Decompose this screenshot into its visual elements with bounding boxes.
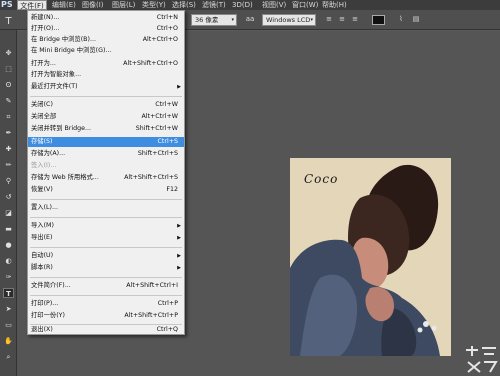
menu-separator	[30, 247, 182, 248]
menu-item-scripts[interactable]: 脚本(R) ▶	[28, 263, 184, 273]
eraser-tool-icon[interactable]: ◪	[3, 208, 14, 218]
rectangle-tool-icon[interactable]: ▭	[3, 320, 14, 330]
menu-item-open[interactable]: 打开(O)... Ctrl+O	[28, 24, 184, 34]
menu-item-close-all[interactable]: 关闭全部 Alt+Ctrl+W	[28, 112, 184, 122]
pen-tool-icon[interactable]: ✑	[3, 272, 14, 282]
antialias-select[interactable]: Windows LCD ▾	[262, 14, 316, 26]
menu-filter[interactable]: 滤镜(T)	[202, 0, 226, 10]
type-tool-icon[interactable]: T	[3, 288, 14, 298]
menu-item-automate[interactable]: 自动(U) ▶	[28, 251, 184, 261]
menu-item-save-as[interactable]: 存储为(A)... Shift+Ctrl+S	[28, 149, 184, 159]
character-panel-icon[interactable]: ▤	[411, 15, 421, 24]
menu-item-revert[interactable]: 恢复(V) F12	[28, 185, 184, 195]
menu-item-print[interactable]: 打印(P)... Ctrl+P	[28, 299, 184, 309]
eyedropper-tool-icon[interactable]: ✒	[3, 128, 14, 138]
antialias-value: Windows LCD	[266, 16, 311, 24]
marquee-tool-icon[interactable]: ⬚	[3, 64, 14, 74]
menu-3d[interactable]: 3D(D)	[232, 0, 253, 10]
chevron-right-icon: ▶	[177, 84, 181, 90]
history-brush-tool-icon[interactable]: ↺	[3, 192, 14, 202]
text-color-swatch[interactable]	[372, 15, 385, 25]
menu-separator	[30, 96, 182, 97]
menu-item-browse-mini-bridge[interactable]: 在 Mini Bridge 中浏览(G)...	[28, 46, 184, 56]
menu-help[interactable]: 帮助(H)	[322, 0, 347, 10]
menu-item-print-one-copy[interactable]: 打印一份(Y) Alt+Shift+Ctrl+P	[28, 311, 184, 321]
toolbox: T ✥ ⬚ ʘ ✎ ⌗ ✒ ✚ ✏ ⚲ ↺ ◪ ▬ ● ◐ ✑ T ➤ ▭ ✋ …	[0, 17, 17, 376]
warp-text-icon[interactable]: ⌇	[396, 15, 406, 24]
menu-select[interactable]: 选择(S)	[172, 0, 196, 10]
menu-item-import[interactable]: 导入(M) ▶	[28, 221, 184, 231]
canvas-text[interactable]: Coco	[304, 172, 338, 186]
menu-window[interactable]: 窗口(W)	[292, 0, 318, 10]
menu-layer[interactable]: 图层(L)	[112, 0, 135, 10]
chevron-right-icon: ▶	[177, 253, 181, 259]
chevron-right-icon: ▶	[177, 223, 181, 229]
blur-tool-icon[interactable]: ●	[3, 240, 14, 250]
menu-bar: PS 文件(F) 编辑(E) 图像(I) 图层(L) 类型(Y) 选择(S) 滤…	[0, 0, 500, 10]
menu-item-recent-files[interactable]: 最近打开文件(T) ▶	[28, 82, 184, 92]
menu-separator	[30, 277, 182, 278]
menu-item-check-in: 签入(I)...	[31, 162, 57, 169]
chevron-down-icon: ▾	[310, 17, 313, 23]
menu-separator	[30, 295, 182, 296]
menu-view[interactable]: 视图(V)	[262, 0, 286, 10]
menu-separator	[30, 199, 182, 200]
menu-item-new[interactable]: 新建(N)... Ctrl+N	[28, 13, 184, 23]
menu-file[interactable]: 文件(F)	[17, 0, 47, 10]
menu-item-save-for-web[interactable]: 存储为 Web 所用格式... Alt+Shift+Ctrl+S	[28, 173, 184, 183]
chevron-right-icon: ▶	[177, 265, 181, 271]
gradient-tool-icon[interactable]: ▬	[3, 224, 14, 234]
menu-item-open-smart-object[interactable]: 打开为智能对象...	[28, 70, 184, 80]
menu-item-exit[interactable]: 退出(X) Ctrl+Q	[28, 325, 184, 335]
menu-item-close-go-bridge[interactable]: 关闭并转到 Bridge... Shift+Ctrl+W	[28, 124, 184, 134]
zoom-tool-icon[interactable]: ⌕	[3, 352, 14, 362]
menu-image[interactable]: 图像(I)	[82, 0, 104, 10]
dodge-tool-icon[interactable]: ◐	[3, 256, 14, 266]
hand-tool-icon[interactable]: ✋	[3, 336, 14, 346]
menu-type[interactable]: 类型(Y)	[142, 0, 166, 10]
menu-item-close[interactable]: 关闭(C) Ctrl+W	[28, 100, 184, 110]
type-tool-preset-icon[interactable]: T	[3, 17, 14, 27]
menu-separator	[30, 217, 182, 218]
document-canvas[interactable]: Coco	[290, 158, 451, 356]
photoshop-logo: PS	[0, 0, 18, 10]
portrait-image	[290, 164, 440, 356]
chevron-down-icon: ▾	[231, 17, 234, 23]
healing-brush-tool-icon[interactable]: ✚	[3, 144, 14, 154]
menu-item-open-as[interactable]: 打开为... Alt+Shift+Ctrl+O	[28, 59, 184, 69]
menu-item-file-info[interactable]: 文件简介(F)... Alt+Shift+Ctrl+I	[28, 281, 184, 291]
menu-item-save[interactable]: 存储(S) Ctrl+S	[28, 137, 184, 147]
move-tool-icon[interactable]: ✥	[3, 48, 14, 58]
brush-tool-icon[interactable]: ✏	[3, 160, 14, 170]
menu-item-place[interactable]: 置入(L)...	[28, 203, 184, 213]
lasso-tool-icon[interactable]: ʘ	[3, 80, 14, 90]
font-size-select[interactable]: 36 像素 ▾	[191, 14, 237, 26]
chevron-right-icon: ▶	[177, 235, 181, 241]
crop-tool-icon[interactable]: ⌗	[3, 112, 14, 122]
clone-stamp-tool-icon[interactable]: ⚲	[3, 176, 14, 186]
file-menu-dropdown: 新建(N)... Ctrl+N 打开(O)... Ctrl+O 在 Bridge 中…	[27, 10, 185, 335]
font-size-value: 36 像素	[195, 16, 219, 24]
watermark-icon	[466, 346, 498, 373]
antialias-icon: aa	[245, 15, 255, 23]
menu-item-export[interactable]: 导出(E) ▶	[28, 233, 184, 243]
menu-item-browse-bridge[interactable]: 在 Bridge 中浏览(B)... Alt+Ctrl+O	[28, 35, 184, 45]
quick-select-tool-icon[interactable]: ✎	[3, 96, 14, 106]
menu-edit[interactable]: 编辑(E)	[52, 0, 76, 10]
align-left-icon[interactable]: ≡	[324, 15, 334, 24]
align-right-icon[interactable]: ≡	[350, 15, 360, 24]
align-center-icon[interactable]: ≡	[337, 15, 347, 24]
path-selection-tool-icon[interactable]: ➤	[3, 304, 14, 314]
